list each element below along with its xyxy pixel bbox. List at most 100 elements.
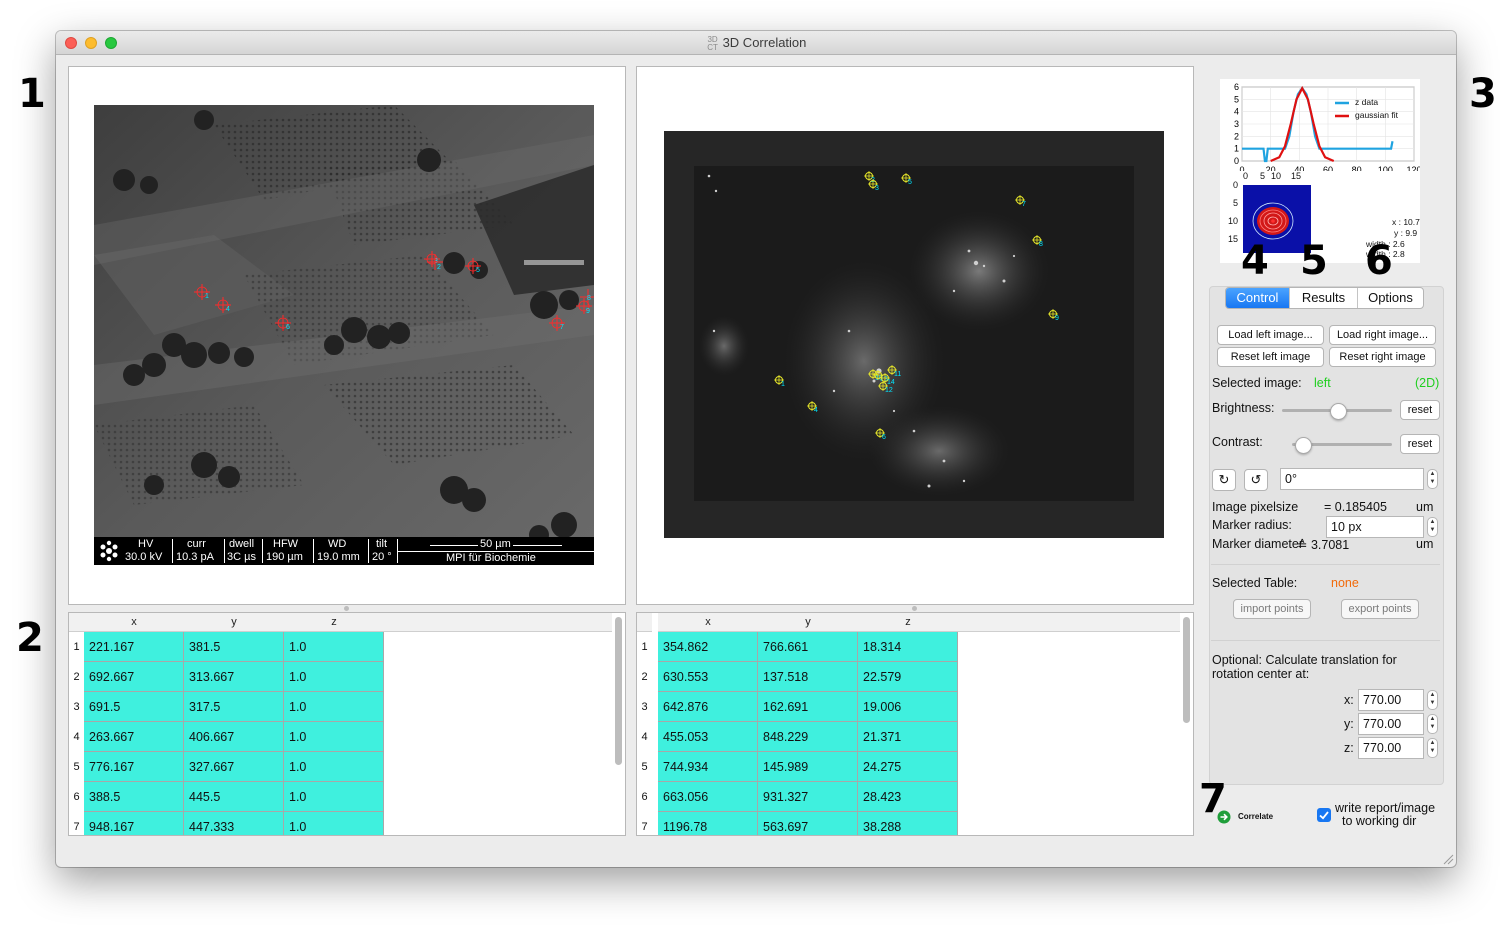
right-table-cell-z[interactable]: 38.288: [858, 812, 958, 835]
left-table-cell-x[interactable]: 692.667: [84, 662, 184, 692]
right-table-cell-x[interactable]: 642.876: [658, 692, 758, 722]
left-table-row-number[interactable]: 2: [69, 662, 84, 692]
right-table-cell-y[interactable]: 162.691: [758, 692, 858, 722]
right-table-cell-x[interactable]: 1196.78: [658, 812, 758, 835]
left-table-cell-y[interactable]: 313.667: [184, 662, 284, 692]
left-table-row-number[interactable]: 5: [69, 752, 84, 782]
left-col-x-header[interactable]: x: [84, 613, 184, 632]
right-splitter-handle[interactable]: [912, 606, 917, 611]
right-col-z-header[interactable]: z: [858, 613, 958, 632]
left-table-cell-y[interactable]: 381.5: [184, 632, 284, 662]
export-points-button[interactable]: export points: [1341, 599, 1419, 619]
brightness-reset-button[interactable]: reset: [1400, 400, 1440, 420]
left-table-row-number[interactable]: 3: [69, 692, 84, 722]
left-table-cell-z[interactable]: 1.0: [284, 782, 384, 812]
left-table-row-number[interactable]: 4: [69, 722, 84, 752]
rotate-cw-button[interactable]: ↺: [1244, 469, 1268, 491]
right-table-cell-y[interactable]: 145.989: [758, 752, 858, 782]
right-table-cell-x[interactable]: 663.056: [658, 782, 758, 812]
center-y-input[interactable]: 770.00: [1358, 713, 1424, 735]
right-table-cell-z[interactable]: 19.006: [858, 692, 958, 722]
fluorescence-image[interactable]: 1 2 3 4 5 6 7 8 9 10 11 12 13 14: [664, 131, 1164, 538]
left-table-cell-z[interactable]: 1.0: [284, 812, 384, 835]
right-table-row-number[interactable]: 7: [637, 812, 652, 835]
left-col-y-header[interactable]: y: [184, 613, 284, 632]
right-col-x-header[interactable]: x: [658, 613, 758, 632]
load-right-image-button[interactable]: Load right image...: [1329, 325, 1436, 345]
tab-control[interactable]: Control: [1226, 288, 1289, 308]
right-table-cell-y[interactable]: 766.661: [758, 632, 858, 662]
marker-radius-stepper[interactable]: ▲ ▼: [1427, 517, 1438, 537]
left-table-cell-z[interactable]: 1.0: [284, 752, 384, 782]
left-table-cell-z[interactable]: 1.0: [284, 632, 384, 662]
left-table-cell-y[interactable]: 327.667: [184, 752, 284, 782]
rotate-ccw-button[interactable]: ↻: [1212, 469, 1236, 491]
left-table-cell-x[interactable]: 263.667: [84, 722, 184, 752]
left-table-row-number[interactable]: 6: [69, 782, 84, 812]
rotation-angle-input[interactable]: 0°: [1280, 468, 1424, 490]
right-table-cell-x[interactable]: 455.053: [658, 722, 758, 752]
correlate-button[interactable]: Correlate: [1217, 810, 1287, 826]
left-table-scrollbar[interactable]: [615, 617, 622, 765]
left-table-cell-x[interactable]: 948.167: [84, 812, 184, 835]
tab-results[interactable]: Results: [1289, 288, 1357, 308]
right-image-panel[interactable]: 1 2 3 4 5 6 7 8 9 10 11 12 13 14: [636, 66, 1194, 605]
tab-options[interactable]: Options: [1357, 288, 1423, 308]
center-z-stepper[interactable]: ▲ ▼: [1427, 738, 1438, 758]
left-col-z-header[interactable]: z: [284, 613, 384, 632]
left-table-cell-z[interactable]: 1.0: [284, 662, 384, 692]
right-table-cell-x[interactable]: 630.553: [658, 662, 758, 692]
reset-left-image-button[interactable]: Reset left image: [1217, 347, 1324, 367]
right-table-row-number[interactable]: 6: [637, 782, 652, 812]
left-image-panel[interactable]: 1 4 6 3 2 5 7 8 9 HV curr dwell HFW WD t…: [68, 66, 626, 605]
right-table-row-number[interactable]: 5: [637, 752, 652, 782]
load-left-image-button[interactable]: Load left image...: [1217, 325, 1324, 345]
write-report-checkbox[interactable]: [1317, 808, 1331, 822]
right-table-cell-z[interactable]: 21.371: [858, 722, 958, 752]
center-x-stepper[interactable]: ▲ ▼: [1427, 690, 1438, 710]
right-table-row-number[interactable]: 4: [637, 722, 652, 752]
left-table-cell-y[interactable]: 447.333: [184, 812, 284, 835]
contrast-reset-button[interactable]: reset: [1400, 434, 1440, 454]
center-z-input[interactable]: 770.00: [1358, 737, 1424, 759]
sem-image[interactable]: 1 4 6 3 2 5 7 8 9 HV curr dwell HFW WD t…: [94, 105, 594, 565]
right-table-cell-z[interactable]: 28.423: [858, 782, 958, 812]
center-x-input[interactable]: 770.00: [1358, 689, 1424, 711]
left-table-cell-y[interactable]: 317.5: [184, 692, 284, 722]
right-table-row-number[interactable]: 2: [637, 662, 652, 692]
left-table-cell-z[interactable]: 1.0: [284, 692, 384, 722]
center-y-stepper[interactable]: ▲ ▼: [1427, 714, 1438, 734]
right-table-cell-y[interactable]: 931.327: [758, 782, 858, 812]
marker-radius-input[interactable]: 10 px: [1326, 516, 1424, 538]
left-table-cell-x[interactable]: 691.5: [84, 692, 184, 722]
right-table-row-number[interactable]: 3: [637, 692, 652, 722]
import-points-button[interactable]: import points: [1233, 599, 1311, 619]
rotation-angle-stepper[interactable]: ▲ ▼: [1427, 469, 1438, 489]
right-table-scrollbar[interactable]: [1183, 617, 1190, 723]
right-table-cell-x[interactable]: 744.934: [658, 752, 758, 782]
right-table-cell-y[interactable]: 563.697: [758, 812, 858, 835]
contrast-slider-handle[interactable]: [1295, 437, 1312, 454]
left-points-table[interactable]: x y z 1 221.167 381.5 1.0 2 692.667 313.667 1.0…: [68, 612, 626, 836]
right-table-cell-x[interactable]: 354.862: [658, 632, 758, 662]
right-table-cell-z[interactable]: 22.579: [858, 662, 958, 692]
right-table-cell-y[interactable]: 137.518: [758, 662, 858, 692]
right-table-cell-z[interactable]: 24.275: [858, 752, 958, 782]
right-table-cell-z[interactable]: 18.314: [858, 632, 958, 662]
left-table-cell-x[interactable]: 776.167: [84, 752, 184, 782]
left-table-cell-x[interactable]: 221.167: [84, 632, 184, 662]
right-col-y-header[interactable]: y: [758, 613, 858, 632]
reset-right-image-button[interactable]: Reset right image: [1329, 347, 1436, 367]
left-splitter-handle[interactable]: [344, 606, 349, 611]
resize-grip-icon[interactable]: [1442, 853, 1454, 865]
left-table-cell-x[interactable]: 388.5: [84, 782, 184, 812]
right-table-cell-y[interactable]: 848.229: [758, 722, 858, 752]
left-table-cell-y[interactable]: 445.5: [184, 782, 284, 812]
left-table-row-number[interactable]: 1: [69, 632, 84, 662]
brightness-slider-handle[interactable]: [1330, 403, 1347, 420]
left-table-row-number[interactable]: 7: [69, 812, 84, 835]
left-table-cell-y[interactable]: 406.667: [184, 722, 284, 752]
right-table-row-number[interactable]: 1: [637, 632, 652, 662]
left-table-cell-z[interactable]: 1.0: [284, 722, 384, 752]
right-points-table[interactable]: x y z 1 354.862 766.661 18.314 2 630.553 137.5…: [636, 612, 1194, 836]
